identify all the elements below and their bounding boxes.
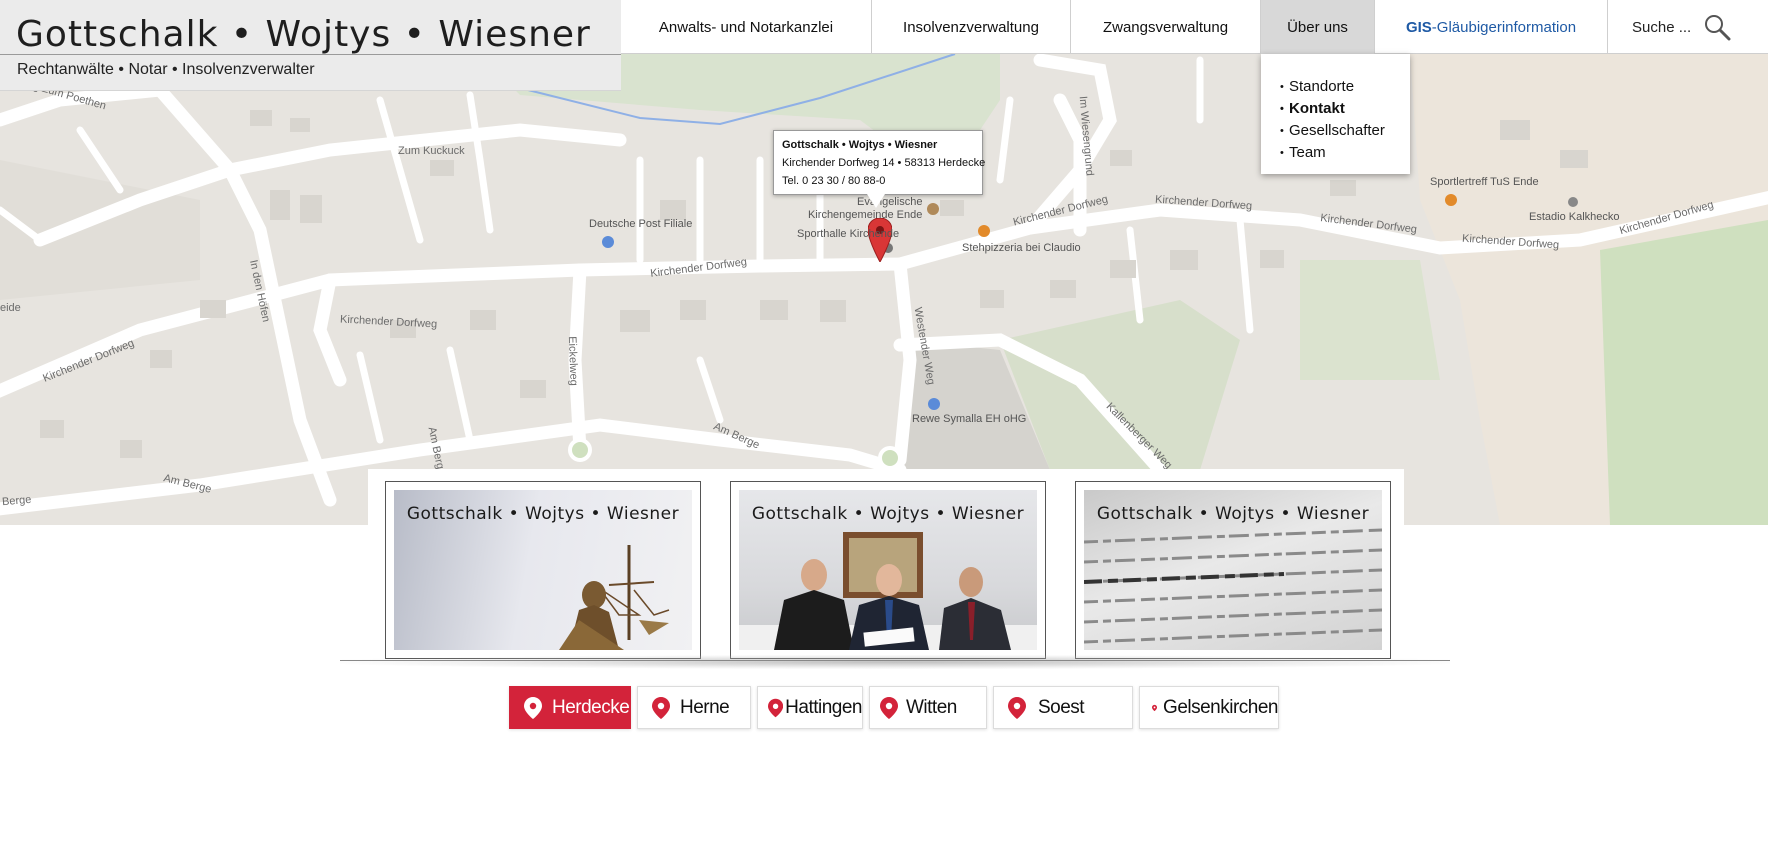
lawyers-meeting-image: Gottschalk • Wojtys • Wiesner [739, 490, 1037, 650]
main-nav: Anwalts- und Notarkanzlei Insolvenzverwa… [621, 0, 1768, 54]
search-icon[interactable] [1703, 13, 1731, 41]
street-label: eide [0, 302, 21, 314]
search-button[interactable]: Suche ... [1608, 0, 1762, 54]
card-title: Gottschalk • Wojtys • Wiesner [1096, 504, 1370, 524]
map-pin-icon [652, 696, 670, 719]
nav-anwalts-notarkanzlei[interactable]: Anwalts- und Notarkanzlei [621, 0, 872, 54]
ueber-uns-dropdown: Standorte Kontakt Gesellschafter Team [1261, 54, 1410, 174]
page: Weg Zum Poethen Zum Kuckuck Kirchender D… [0, 0, 1768, 842]
bubble-name: Gottschalk • Wojtys • Wiesner [782, 139, 938, 151]
nav-zwangsverwaltung[interactable]: Zwangsverwaltung [1071, 0, 1261, 54]
logo-title[interactable]: Gottschalk • Wojtys • Wiesner [16, 14, 591, 55]
location-label: Gelsenkirchen [1163, 696, 1278, 718]
location-tab-witten[interactable]: Witten [869, 686, 987, 729]
card-team[interactable]: Gottschalk • Wojtys • Wiesner [730, 481, 1046, 659]
location-tab-gelsenkirchen[interactable]: Gelsenkirchen [1139, 686, 1279, 729]
nav-insolvenzverwaltung[interactable]: Insolvenzverwaltung [872, 0, 1071, 54]
poi-label: Deutsche Post Filiale [589, 218, 693, 230]
logo-subtitle: Rechtanwälte • Notar • Insolvenzverwalte… [17, 61, 315, 78]
gis-rest: -Gläubigerinformation [1431, 18, 1577, 36]
map-pin-icon [1008, 696, 1026, 719]
poi-label: Rewe Symalla EH oHG [912, 413, 1027, 425]
map-pin-icon [524, 696, 542, 719]
street-label: Berge [1, 493, 32, 509]
site-logo[interactable]: Gottschalk • Wojtys • Wiesner Rechtanwäl… [0, 0, 621, 91]
location-tabs: Herdecke Herne Hattingen Witten Soest Ge… [509, 686, 1285, 730]
card-insolvenz[interactable]: Gottschalk • Wojtys • Wiesner [1075, 481, 1391, 659]
card-title: Gottschalk • Wojtys • Wiesner [751, 504, 1025, 524]
map-info-bubble: Gottschalk • Wojtys • Wiesner Kirchender… [773, 130, 986, 195]
map-marker-icon[interactable] [868, 218, 892, 262]
location-tab-herne[interactable]: Herne [637, 686, 751, 729]
map-pin-icon [880, 696, 898, 719]
location-tab-herdecke[interactable]: Herdecke [509, 686, 631, 729]
search-label: Suche ... [1632, 18, 1692, 36]
nav-ueber-uns[interactable]: Über uns [1261, 0, 1375, 54]
location-label: Herne [680, 696, 730, 718]
location-label: Herdecke [552, 696, 630, 718]
location-label: Witten [906, 696, 957, 718]
dropdown-item-kontakt[interactable]: Kontakt [1280, 98, 1410, 120]
card-kanzlei[interactable]: Gottschalk • Wojtys • Wiesner [385, 481, 701, 659]
cards-divider [340, 655, 1450, 669]
location-label: Soest [1038, 696, 1085, 718]
poi-label: Kirchengemeinde Ende [808, 209, 923, 221]
dropdown-item-team[interactable]: Team [1280, 142, 1410, 164]
logo-divider [0, 54, 621, 55]
card-title: Gottschalk • Wojtys • Wiesner [406, 504, 680, 524]
poi-label: Stehpizzeria bei Claudio [962, 242, 1081, 254]
dropdown-item-gesellschafter[interactable]: Gesellschafter [1280, 120, 1410, 142]
bubble-tail [867, 194, 885, 208]
map-pin-icon [1152, 704, 1158, 711]
street-label: Eickelweg [565, 336, 580, 386]
location-tab-hattingen[interactable]: Hattingen [757, 686, 863, 729]
map-pin-icon [768, 698, 784, 717]
location-tab-soest[interactable]: Soest [993, 686, 1133, 729]
dropdown-item-standorte[interactable]: Standorte [1280, 76, 1410, 98]
gis-strong: GIS [1405, 18, 1432, 36]
street-label: Zum Kuckuck [398, 145, 465, 157]
nav-gis-glaeubigerinformation[interactable]: GIS -Gläubigerinformation [1375, 0, 1608, 54]
bubble-phone: Tel. 0 23 30 / 80 88-0 [782, 175, 886, 187]
poi-label: Estadio Kalkhecko [1529, 211, 1620, 223]
poi-label: Sporthalle Kirchende [797, 228, 900, 240]
bubble-address: Kirchender Dorfweg 14 • 58313 Herdecke [782, 157, 986, 169]
justitia-image: Gottschalk • Wojtys • Wiesner [394, 490, 692, 650]
location-label: Hattingen [785, 696, 862, 718]
poi-label: Sportlertreff TuS Ende [1430, 176, 1539, 188]
law-book-image: Gottschalk • Wojtys • Wiesner [1084, 490, 1382, 650]
